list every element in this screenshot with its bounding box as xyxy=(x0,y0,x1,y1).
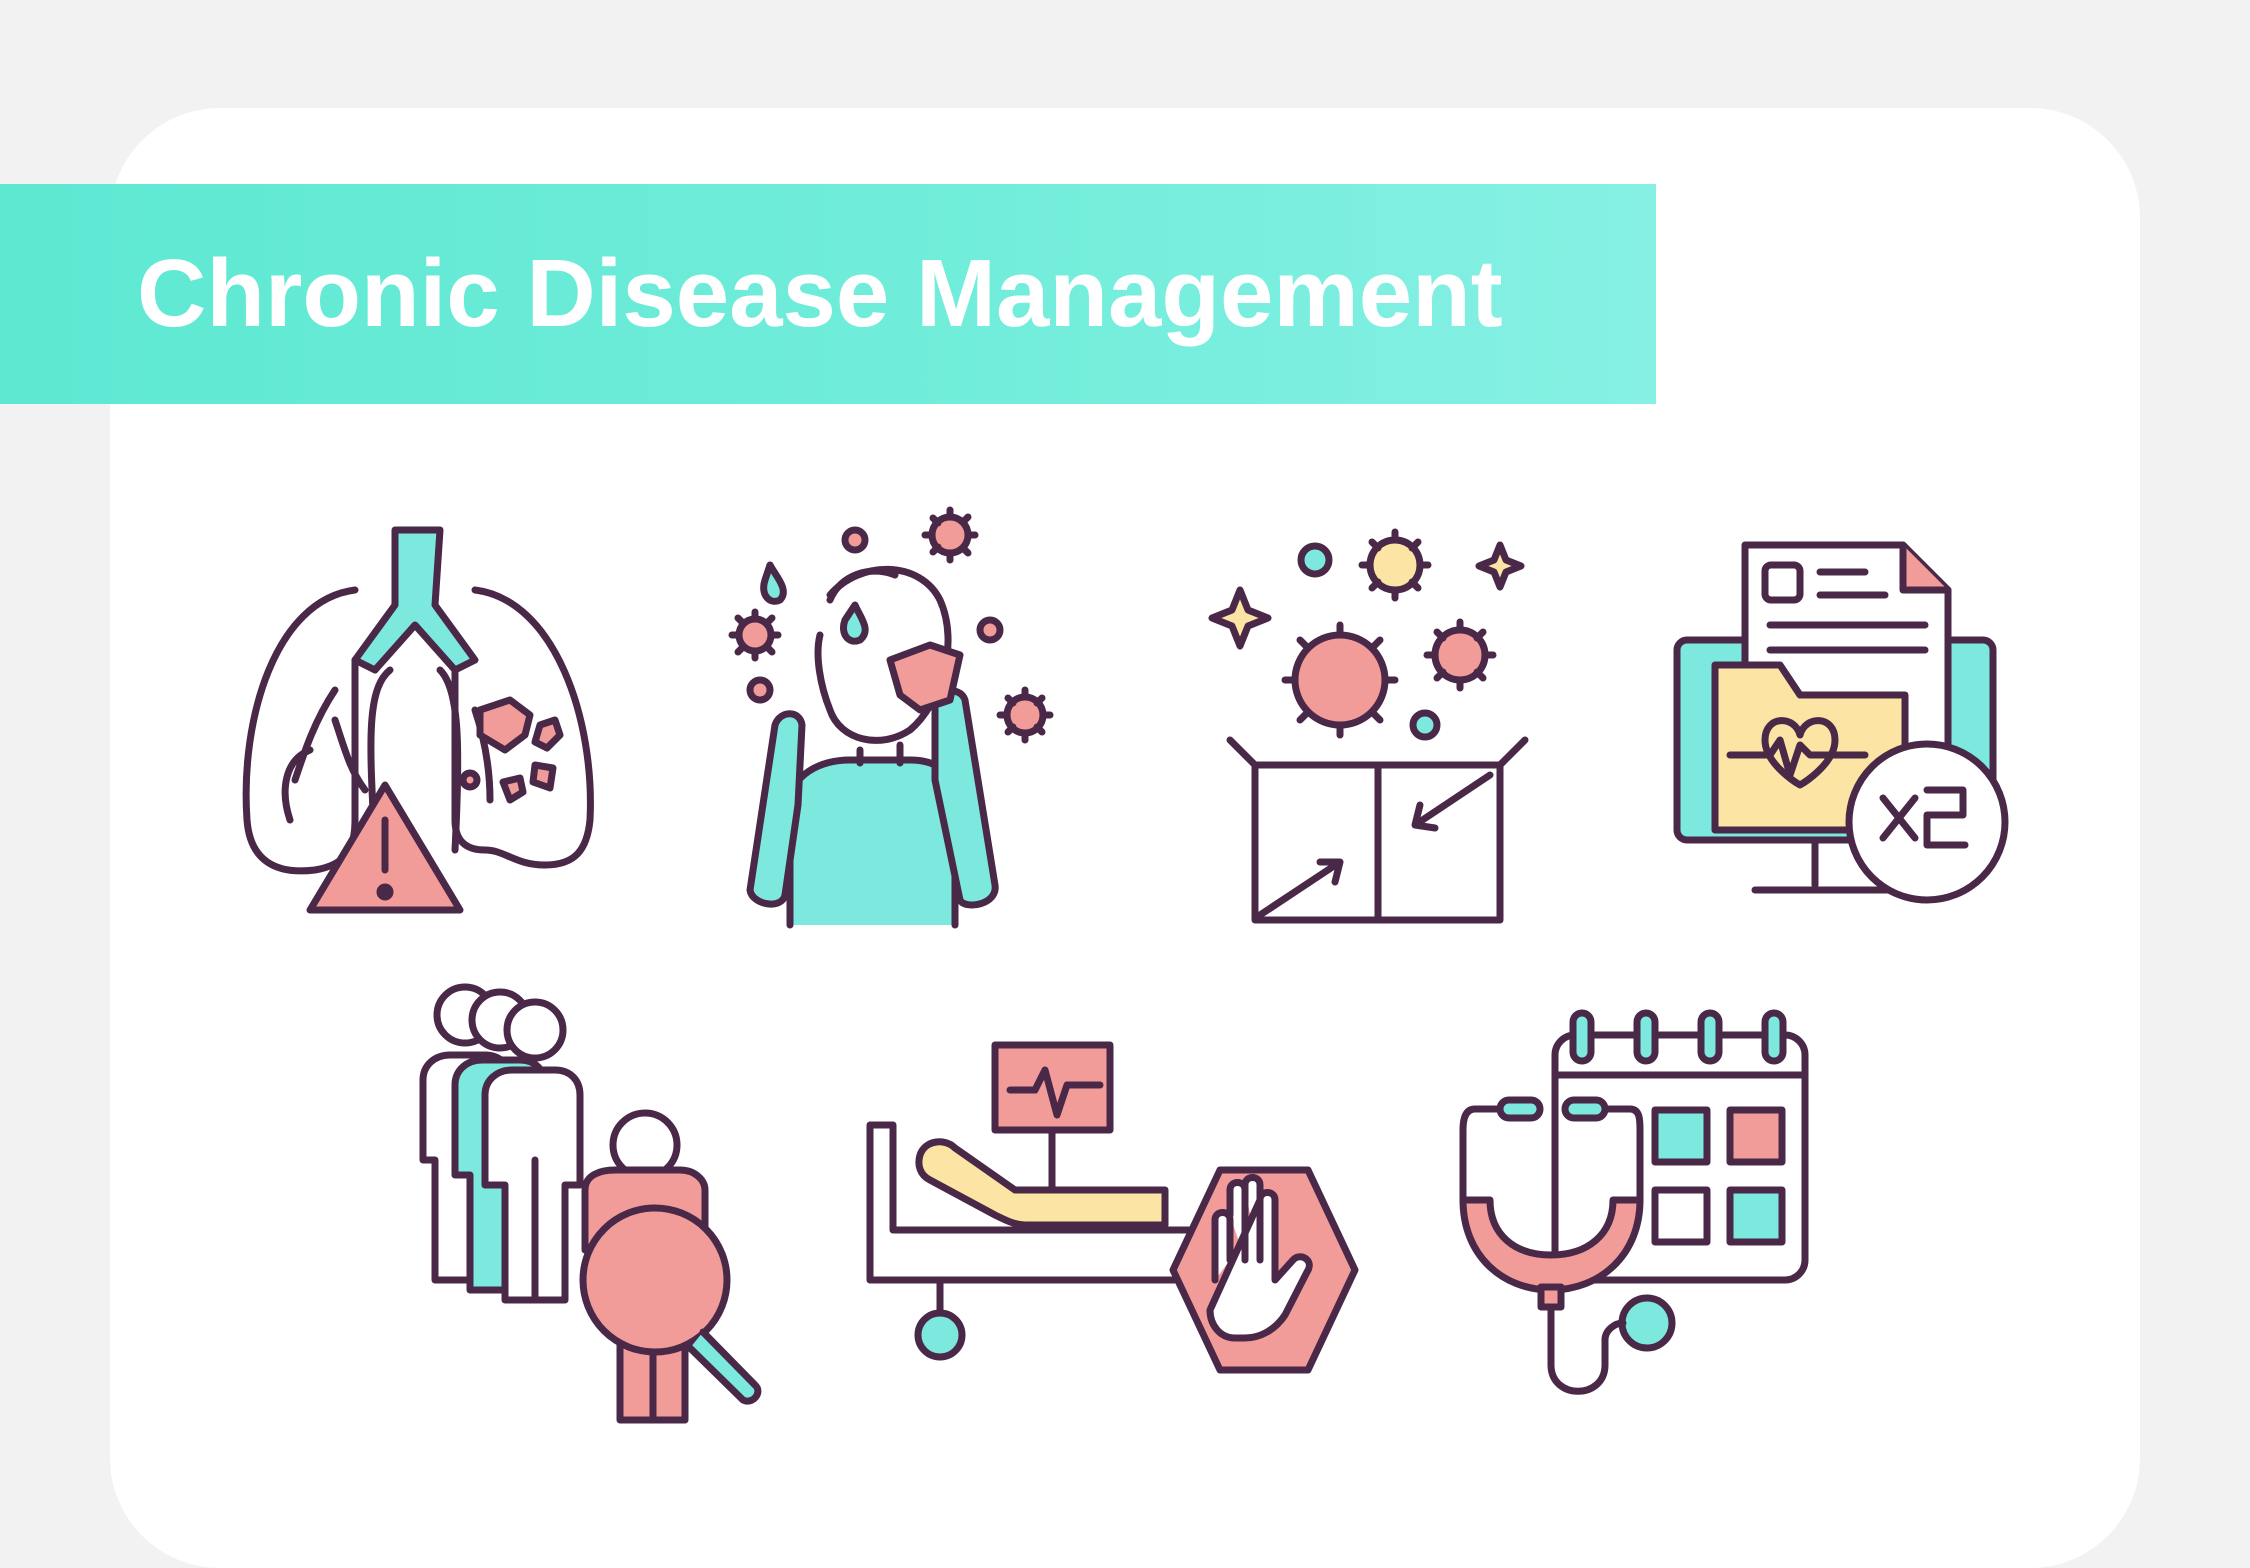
stethoscope-calendar-icon xyxy=(1455,1005,1815,1415)
person-crying-viruses-icon xyxy=(720,505,1060,935)
page-title: Chronic Disease Management xyxy=(137,240,1503,347)
box-viruses-icon xyxy=(1200,510,1540,930)
medical-records-monitor-icon xyxy=(1665,540,2015,910)
title-banner: Chronic Disease Management xyxy=(0,184,1656,404)
hospital-bed-stop-icon xyxy=(865,1040,1365,1380)
people-search-icon xyxy=(415,980,775,1435)
lungs-warning-icon xyxy=(235,520,605,920)
